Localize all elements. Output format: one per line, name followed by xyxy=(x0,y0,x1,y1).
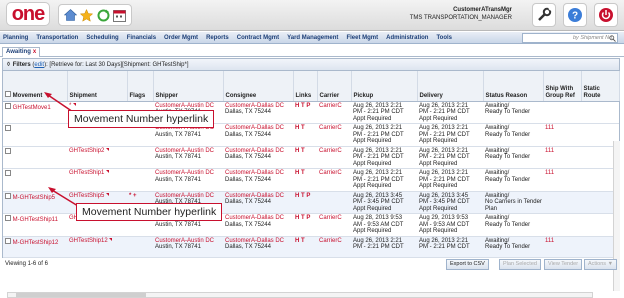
callout-bottom-arrow xyxy=(48,187,79,207)
callout-movement-hyperlink-bottom: Movement Number hyperlink xyxy=(76,203,223,221)
horizontal-scrollbar[interactable] xyxy=(7,292,593,298)
horizontal-scroll-thumb[interactable] xyxy=(16,293,146,297)
